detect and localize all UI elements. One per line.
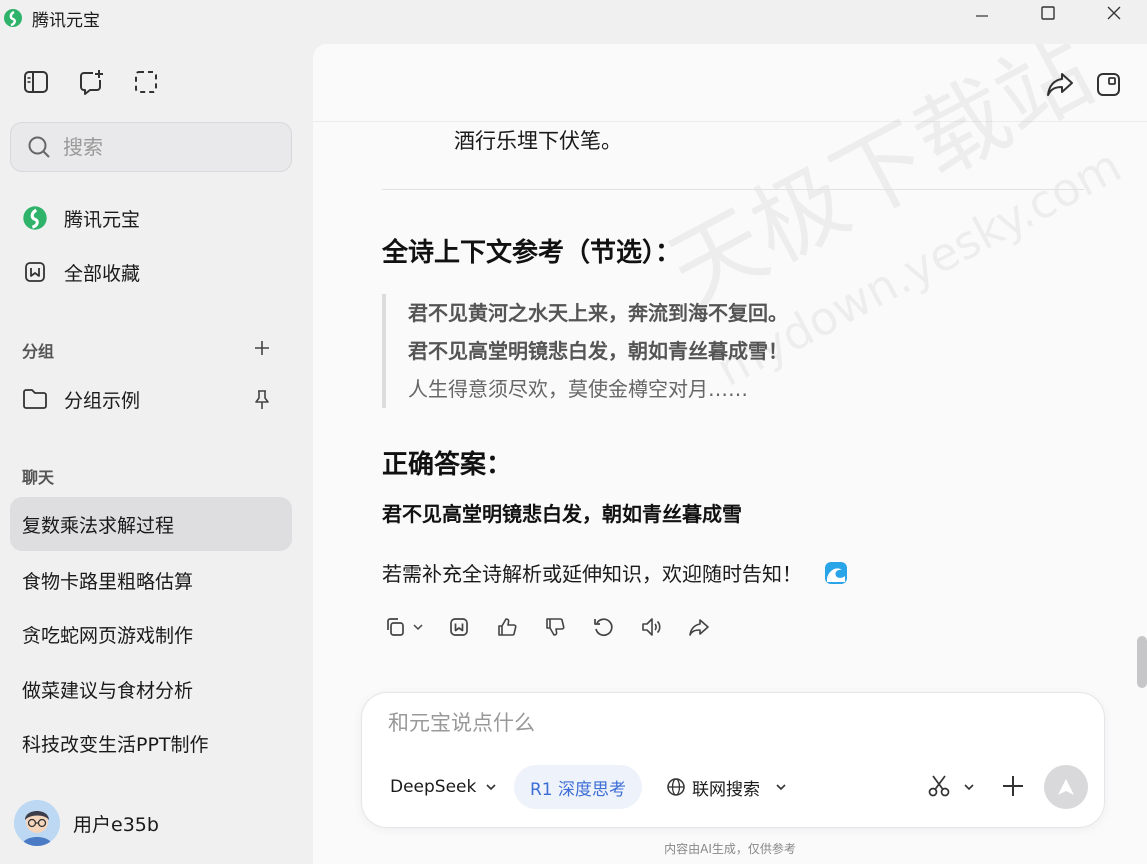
context-heading: 全诗上下文参考（节选）： (382, 238, 682, 268)
plus-icon[interactable] (1000, 773, 1026, 799)
send-button[interactable] (1044, 765, 1088, 809)
scissors-icon[interactable] (926, 773, 952, 799)
user-profile[interactable]: 用户e35b (14, 800, 159, 846)
quote-line: 君不见高堂明镜悲白发，朝如青丝暮成雪！ (408, 339, 788, 363)
yuanbao-logo-icon (22, 205, 48, 231)
thumbs-up-icon (498, 618, 517, 636)
message-actions (382, 614, 712, 640)
share-icon (689, 619, 709, 636)
minimize-button[interactable] (949, 0, 1015, 26)
search-box[interactable] (10, 122, 292, 172)
chat-item[interactable]: 做菜建议与食材分析 (10, 662, 292, 716)
scrollbar[interactable] (1137, 636, 1147, 688)
quote-line: 君不见黄河之水天上来，奔流到海不复回。 (408, 301, 788, 325)
refresh-icon (594, 618, 613, 637)
nav-item-favorites[interactable]: 全部收藏 (22, 252, 140, 292)
dislike-button[interactable] (542, 614, 568, 640)
chat-item-label: 做菜建议与食材分析 (22, 679, 194, 702)
group-item-label: 分组示例 (64, 389, 141, 412)
web-search-label: 联网搜索 (692, 779, 760, 800)
search-input[interactable] (63, 135, 263, 159)
closing-text: 若需补充全诗解析或延伸知识，欢迎随时告知！ (382, 558, 848, 587)
chat-item[interactable]: 贪吃蛇网页游戏制作 (10, 607, 292, 661)
folder-icon (22, 386, 48, 412)
pin-icon[interactable] (252, 389, 272, 411)
composer: DeepSeek R1 深度思考 联网搜索 (361, 692, 1105, 828)
chevron-down-icon[interactable] (962, 780, 976, 794)
thumbs-down-icon (546, 618, 565, 636)
divider (382, 189, 1084, 190)
bookmark-icon (450, 618, 468, 636)
model-selector[interactable]: DeepSeek (390, 765, 498, 809)
close-icon (1107, 6, 1121, 20)
chat-item-label: 食物卡路里粗略估算 (22, 570, 194, 593)
title-bar: 腾讯元宝 (0, 0, 1147, 36)
answer-text: 君不见高堂明镜悲白发，朝如青丝暮成雪 (382, 502, 742, 526)
chat-item[interactable]: 食物卡路里粗略估算 (10, 553, 292, 607)
window-controls (949, 0, 1147, 30)
close-button[interactable] (1081, 0, 1147, 26)
chat-item-label: 科技改变生活PPT制作 (22, 733, 209, 756)
deep-think-toggle[interactable]: R1 深度思考 (514, 765, 643, 809)
maximize-button[interactable] (1015, 0, 1081, 26)
chat-item-label: 贪吃蛇网页游戏制作 (22, 624, 194, 647)
minimize-icon (976, 15, 988, 17)
share-icon[interactable] (1045, 69, 1075, 99)
sidebar-toolbar (22, 68, 160, 96)
sidebar: 腾讯元宝 全部收藏 分组 分组示例 聊天 复数乘法求解过程 食物卡路里粗略估算 … (0, 36, 304, 864)
new-chat-icon[interactable] (77, 68, 105, 96)
chats-section-label: 聊天 (22, 468, 55, 487)
wave-emoji-icon (825, 561, 847, 584)
share-message-button[interactable] (686, 614, 712, 640)
user-name: 用户e35b (73, 813, 159, 836)
favorite-button[interactable] (446, 614, 472, 640)
chat-item-label: 复数乘法求解过程 (22, 514, 175, 537)
chevron-down-icon (776, 784, 786, 791)
yuanbao-logo-icon (4, 9, 22, 27)
avatar (14, 800, 60, 846)
speaker-icon (642, 618, 661, 636)
model-label: DeepSeek (390, 777, 477, 797)
main-header (313, 44, 1147, 122)
deep-think-label: R1 深度思考 (530, 779, 627, 800)
bookmark-icon (22, 259, 48, 285)
chat-item[interactable]: 复数乘法求解过程 (10, 497, 292, 551)
screenshot-select-icon[interactable] (132, 68, 160, 96)
chevron-down-icon (413, 624, 423, 631)
read-aloud-button[interactable] (638, 614, 664, 640)
main-panel: 天极下载站 mydown.yesky.com 酒行乐埋下伏笔。 全诗上下文参考（… (313, 44, 1147, 864)
chat-item[interactable]: 科技改变生活PPT制作 (10, 716, 292, 770)
previous-text: 酒行乐埋下伏笔。 (454, 129, 622, 153)
search-icon (28, 136, 50, 158)
copy-button[interactable] (382, 614, 408, 640)
regenerate-button[interactable] (590, 614, 616, 640)
ai-disclaimer: 内容由AI生成，仅供参考 (664, 842, 796, 856)
send-arrow-icon (1058, 779, 1074, 795)
quote-line: 人生得意须尽欢，莫使金樽空对月…… (408, 377, 748, 401)
web-search-toggle[interactable]: 联网搜索 (666, 765, 788, 809)
sidebar-toggle-icon[interactable] (22, 68, 50, 96)
copy-icon (387, 618, 404, 636)
closing-text-label: 若需补充全诗解析或延伸知识，欢迎随时告知！ (382, 562, 802, 586)
nav-item-yuanbao[interactable]: 腾讯元宝 (22, 198, 140, 238)
nav-item-label: 腾讯元宝 (64, 208, 141, 231)
groups-section-label: 分组 (22, 342, 55, 361)
window-title: 腾讯元宝 (32, 10, 100, 31)
chevron-down-icon (486, 784, 496, 791)
group-item-example[interactable]: 分组示例 (22, 379, 282, 419)
nav-item-label: 全部收藏 (64, 262, 141, 285)
maximize-icon (1041, 6, 1055, 20)
globe-icon (667, 778, 685, 796)
new-window-icon[interactable] (1094, 69, 1124, 99)
like-button[interactable] (494, 614, 520, 640)
copy-options-button[interactable] (408, 614, 428, 640)
answer-heading: 正确答案： (382, 450, 513, 480)
poem-quote: 君不见黄河之水天上来，奔流到海不复回。 君不见高堂明镜悲白发，朝如青丝暮成雪！ … (382, 294, 942, 408)
message-input[interactable] (388, 711, 1068, 735)
add-group-icon[interactable] (252, 338, 272, 358)
